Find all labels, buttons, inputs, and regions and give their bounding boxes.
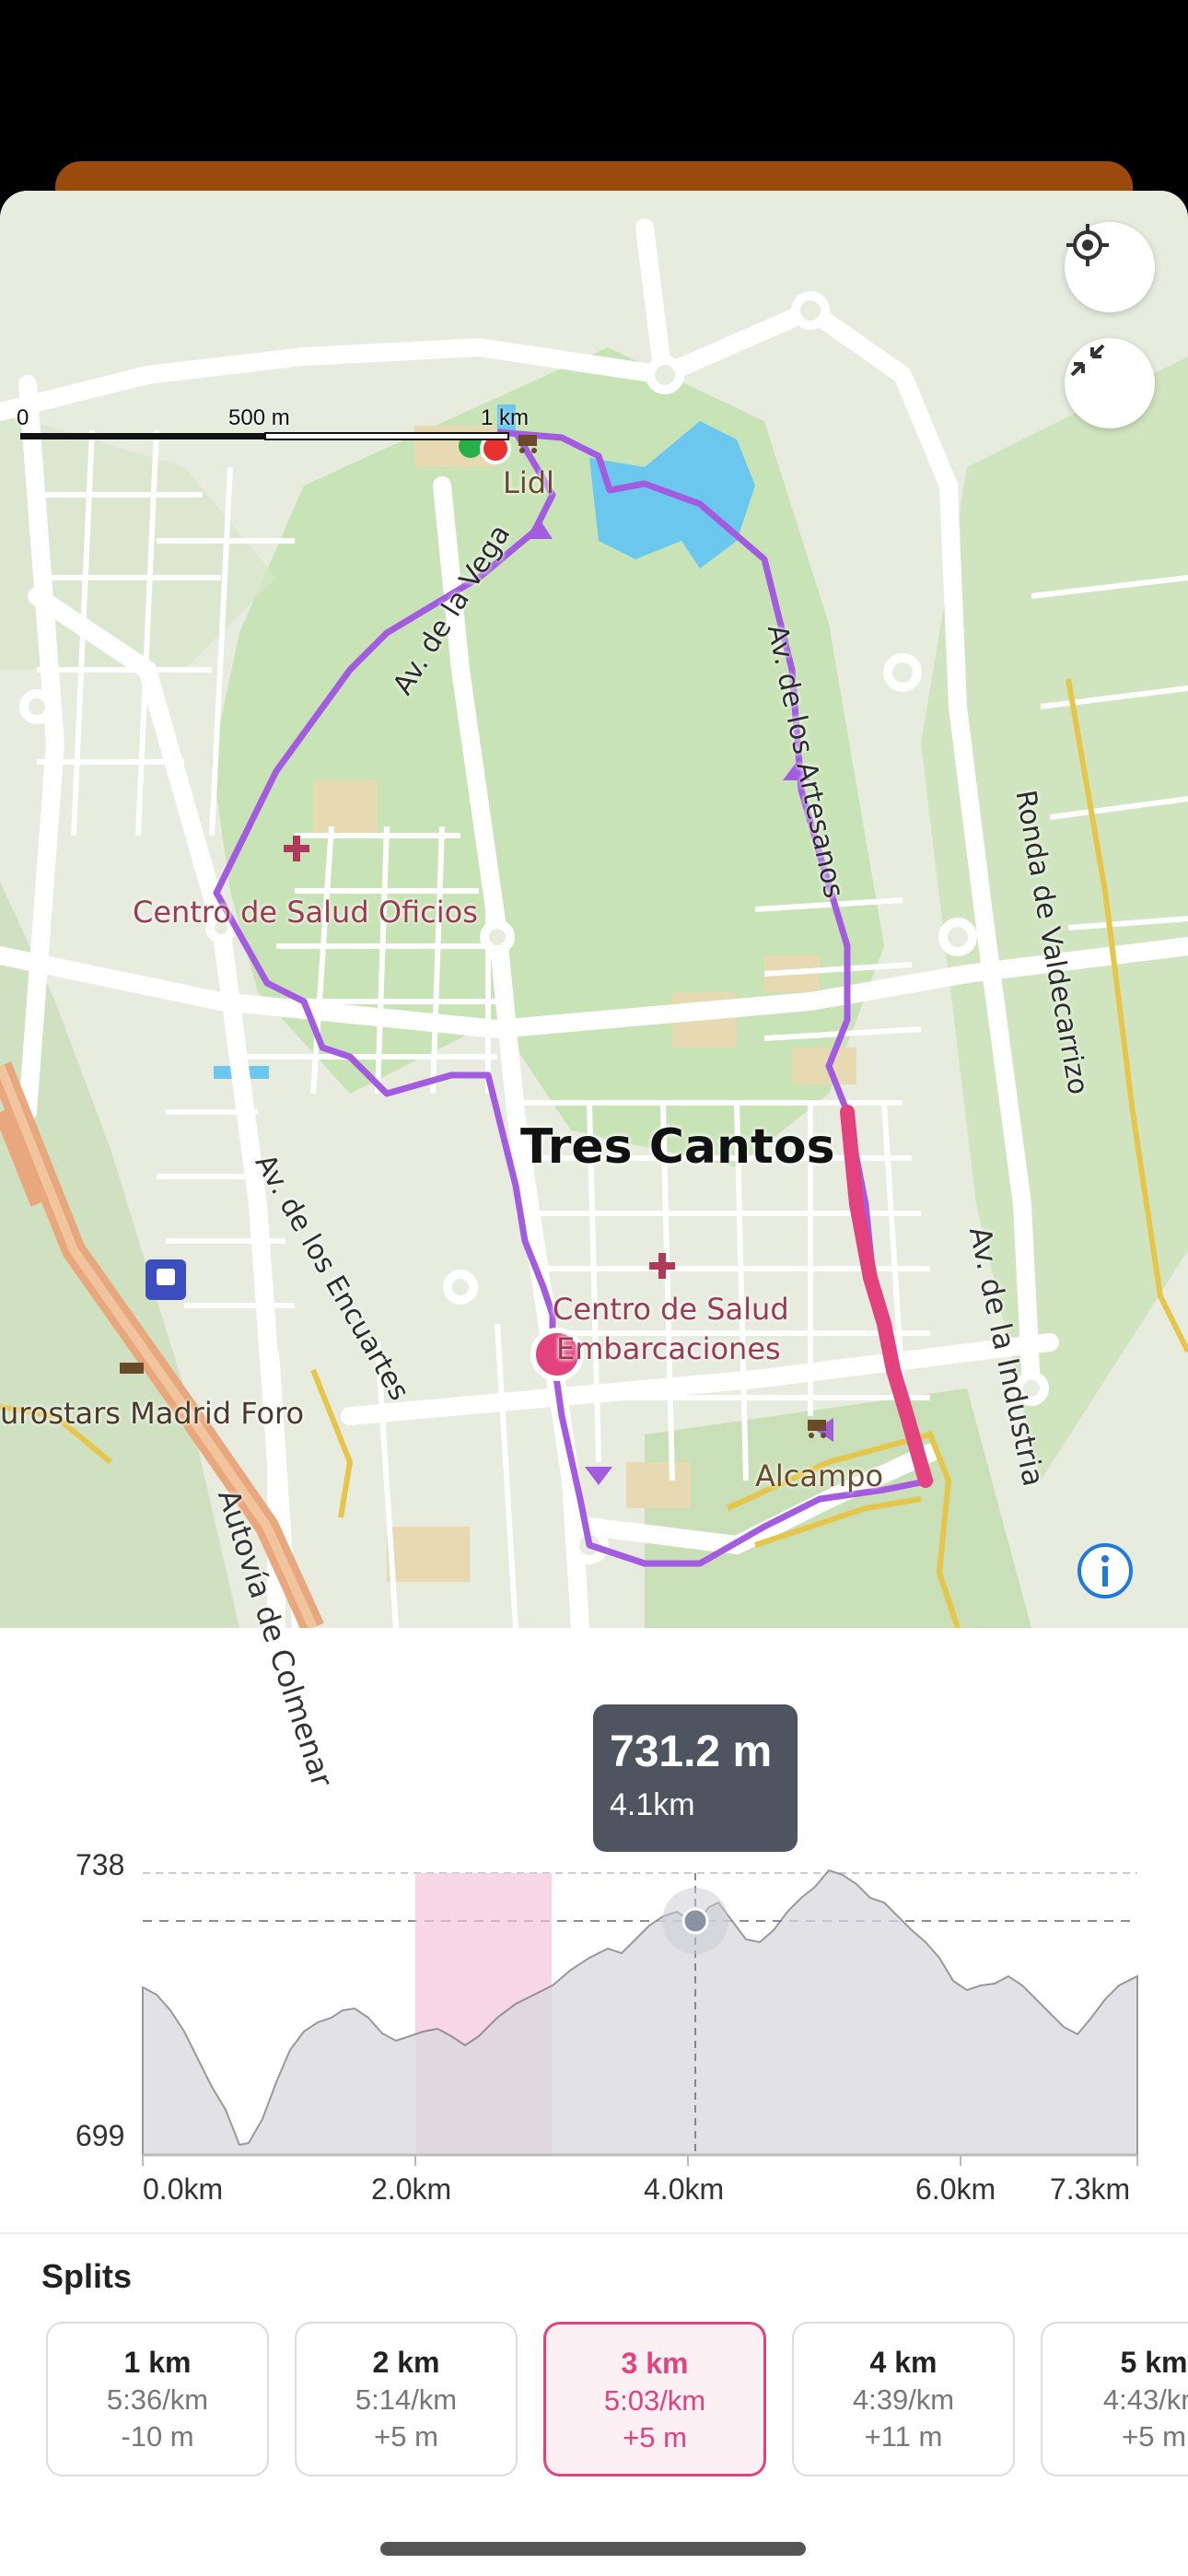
locate-icon <box>1066 224 1109 266</box>
city-label: Tres Cantos <box>520 1119 835 1175</box>
collapse-icon <box>1070 344 1105 377</box>
route-map[interactable]: 0 500 m 1 km Lidl Centro de Salud Oficio… <box>0 191 1188 1791</box>
x-label-6: 6.0km <box>915 2172 996 2206</box>
tooltip-elevation: 731.2 m <box>610 1727 773 1776</box>
scale-label-1km: 1 km <box>481 405 530 430</box>
split-elev: +11 m <box>864 2420 943 2453</box>
tooltip-distance: 4.1km <box>610 1787 695 1822</box>
x-label-0: 0.0km <box>143 2172 224 2206</box>
poi-hotel: urostars Madrid Foro <box>0 1396 305 1431</box>
info-icon[interactable] <box>1076 1541 1135 1600</box>
split-elev: +5 m <box>374 2420 438 2453</box>
poi-alcampo: Alcampo <box>755 1458 884 1493</box>
split-elev: +5 m <box>1122 2420 1186 2453</box>
split-pace: 5:03/km <box>603 2384 706 2417</box>
split-km: 4 km <box>869 2346 938 2379</box>
elevation-tooltip: 731.2 m 4.1km <box>593 1704 798 1852</box>
split-elev: -10 m <box>121 2420 194 2453</box>
split-pace: 4:39/km <box>852 2383 955 2416</box>
x-label-2: 2.0km <box>371 2172 452 2206</box>
split-pace: 5:14/km <box>355 2383 458 2416</box>
poi-centro-oficios: Centro de Salud Oficios <box>133 895 478 930</box>
split-card-5-inner: 5 km 4:43/km +5 m <box>1042 2346 1188 2453</box>
split-card-3[interactable]: 3 km 5:03/km +5 m <box>543 2322 766 2476</box>
split-pace: 5:36/km <box>106 2383 209 2416</box>
x-label-4: 4.0km <box>644 2172 725 2206</box>
y-axis-max: 738 <box>76 1848 125 1881</box>
collapse-button[interactable] <box>1065 338 1155 428</box>
poi-lidl: Lidl <box>503 465 554 500</box>
section-divider <box>0 2232 1188 2234</box>
split-elev: +5 m <box>623 2421 687 2453</box>
locate-button[interactable] <box>1065 222 1155 312</box>
split-km: 5 km <box>1120 2346 1188 2379</box>
split-card-2[interactable]: 2 km 5:14/km +5 m <box>295 2322 518 2476</box>
poi-centro-embarcaciones-1: Centro de Salud <box>553 1292 789 1327</box>
y-axis-min: 699 <box>76 2119 125 2152</box>
scale-label-0: 0 <box>17 405 29 430</box>
split-pace: 4:43/km <box>1102 2383 1188 2416</box>
scale-label-500m: 500 m <box>228 405 290 430</box>
split-km: 1 km <box>123 2346 192 2379</box>
split-card-1[interactable]: 1 km 5:36/km -10 m <box>46 2322 269 2476</box>
home-indicator[interactable] <box>380 2542 806 2556</box>
splits-title: Splits <box>41 2257 133 2295</box>
poi-centro-embarcaciones-2: Embarcaciones <box>556 1331 781 1366</box>
split-km: 2 km <box>372 2346 440 2379</box>
split-card-5[interactable]: 5 km 4:43/km +5 m <box>1041 2322 1188 2476</box>
split-card-4[interactable]: 4 km 4:39/km +11 m <box>792 2322 1015 2476</box>
x-label-7-3: 7.3km <box>1050 2172 1131 2206</box>
split-km: 3 km <box>621 2347 689 2380</box>
